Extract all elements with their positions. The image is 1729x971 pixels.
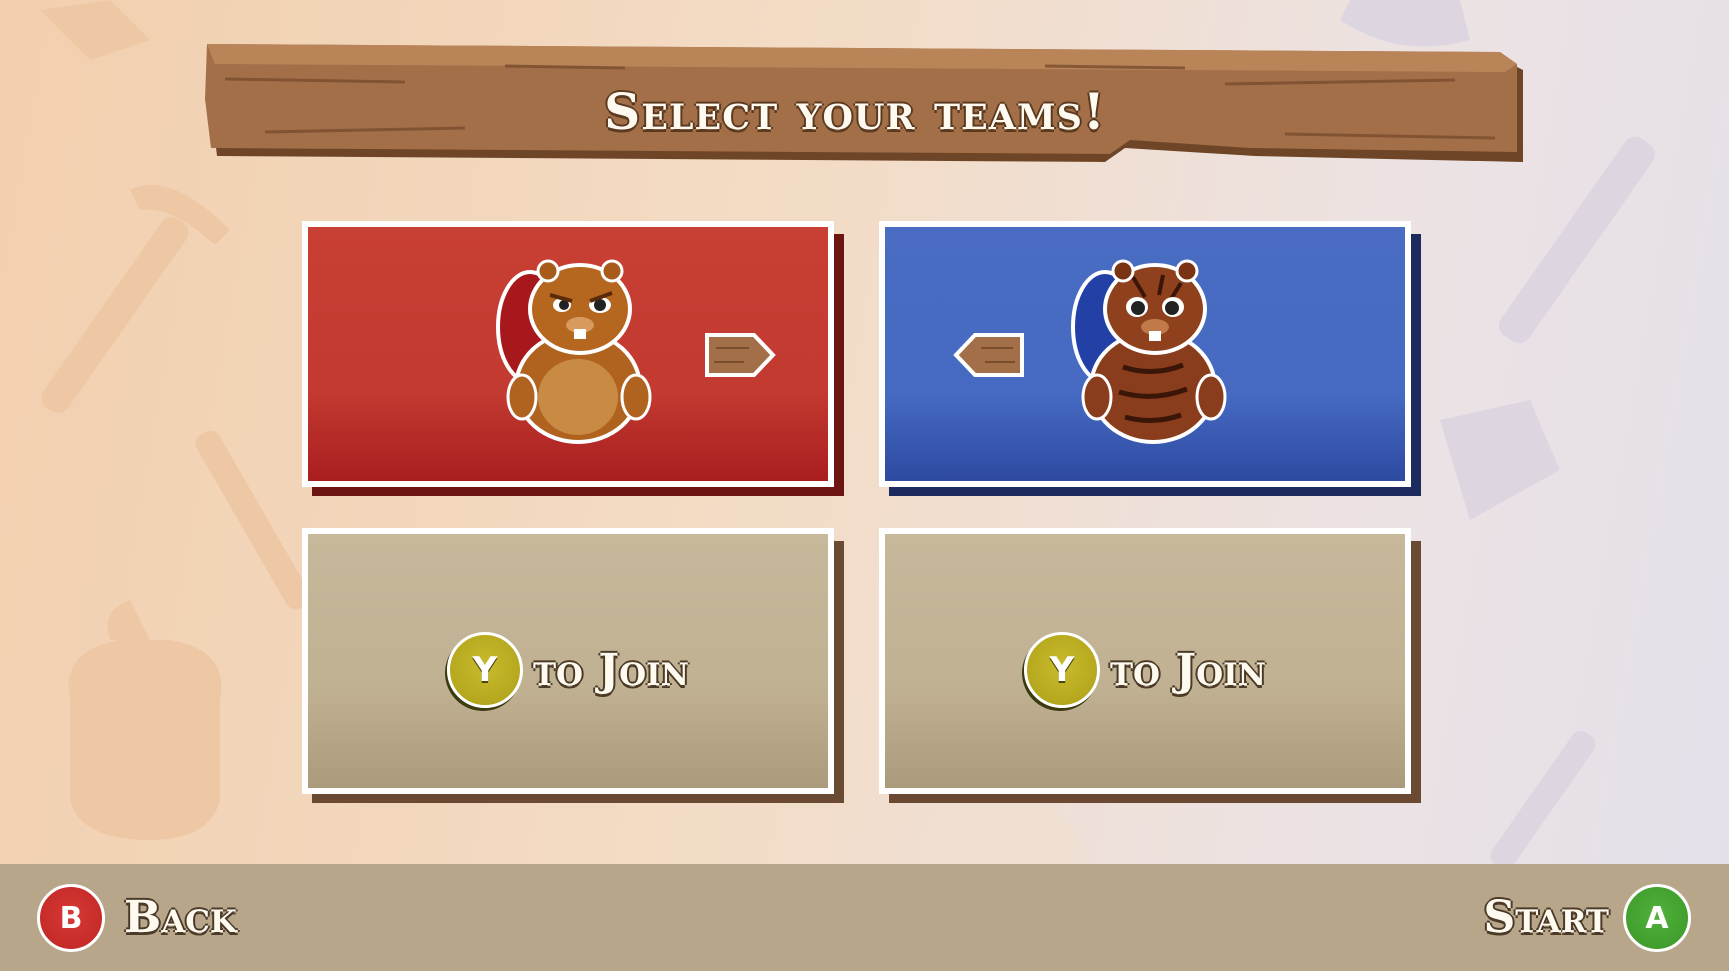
beaver-character-blue (1071, 259, 1227, 444)
start-button[interactable]: Start (1484, 892, 1610, 943)
back-button[interactable]: Back (124, 892, 237, 943)
y-button-icon: Y (446, 632, 523, 708)
join-slot-left[interactable]: Y to Join (302, 528, 844, 803)
card-face: Y to Join (302, 528, 834, 794)
title-banner: Select your teams! (205, 44, 1525, 176)
join-label: to Join (1109, 644, 1267, 696)
card-face (879, 221, 1411, 487)
card-face: Y to Join (879, 528, 1411, 794)
join-label: to Join (532, 644, 690, 696)
join-prompt: Y to Join (885, 632, 1405, 708)
y-button-icon: Y (1023, 632, 1100, 708)
join-prompt: Y to Join (308, 632, 828, 708)
team-card-red[interactable] (302, 221, 844, 496)
previous-team-arrow-icon[interactable] (953, 332, 1025, 378)
bottom-bar: B Back Start A (0, 864, 1729, 971)
b-button-icon[interactable]: B (37, 884, 105, 952)
beaver-character-red (496, 259, 652, 444)
page-title: Select your teams! (604, 82, 1106, 141)
a-button-icon[interactable]: A (1623, 884, 1691, 952)
join-slot-right[interactable]: Y to Join (879, 528, 1421, 803)
team-card-blue[interactable] (879, 221, 1421, 496)
card-face (302, 221, 834, 487)
next-team-arrow-icon[interactable] (704, 332, 776, 378)
